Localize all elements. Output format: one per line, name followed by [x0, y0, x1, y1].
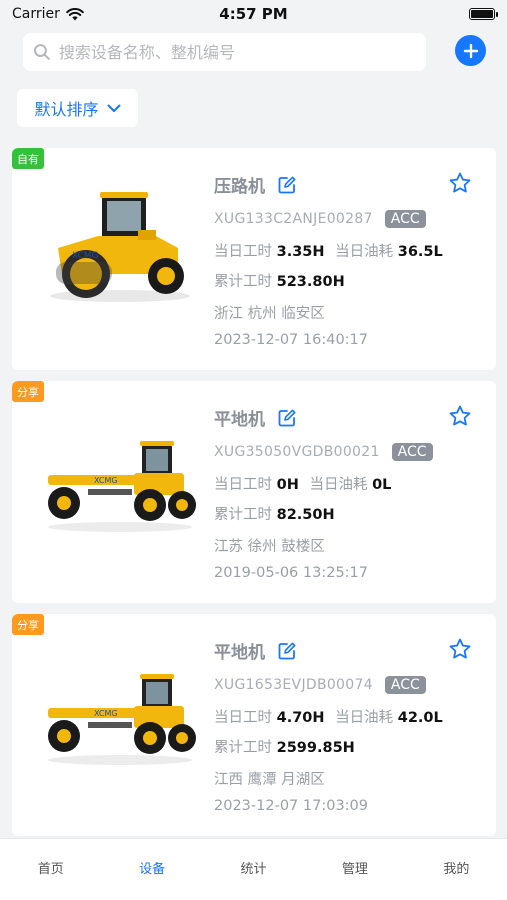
acc-badge: ACC: [384, 676, 426, 694]
battery-icon: [469, 8, 498, 20]
daily-stats: 当日工时 0H 当日油耗 0L: [214, 473, 391, 494]
name-row: 平地机: [214, 638, 297, 663]
daily-stats: 当日工时 3.35H 当日油耗 36.5L: [214, 240, 443, 261]
name-row: 压路机: [214, 172, 297, 197]
total-hours: 累计工时 2599.85H: [214, 736, 355, 757]
daily-fuel-label: 当日油耗: [335, 710, 394, 726]
sort-label: 默认排序: [34, 100, 99, 119]
code-row: XUG1653EVJDB00074 ACC: [214, 676, 426, 694]
chevron-down-icon: [107, 104, 120, 112]
total-hours-value: 82.50H: [276, 507, 335, 523]
total-hours-label: 累计工时: [214, 274, 272, 290]
device-code: XUG1653EVJDB00074: [214, 677, 373, 693]
svg-text:XCMG: XCMG: [72, 251, 99, 261]
edit-icon[interactable]: [277, 641, 297, 661]
device-name: 平地机: [214, 410, 265, 430]
carrier-label: Carrier: [12, 6, 60, 22]
tab-mine[interactable]: 我的: [406, 839, 507, 900]
svg-text:XCMG: XCMG: [94, 476, 118, 485]
device-name: 平地机: [214, 643, 265, 663]
total-hours-value: 523.80H: [276, 274, 345, 290]
svg-text:XCMG: XCMG: [94, 709, 118, 718]
total-hours-label: 累计工时: [214, 740, 272, 756]
daily-hours-value: 0H: [276, 477, 299, 493]
total-hours-label: 累计工时: [214, 507, 272, 523]
daily-hours-value: 3.35H: [276, 244, 325, 260]
road-roller-image: XCMG: [38, 178, 198, 308]
tab-statistics[interactable]: 统计: [203, 839, 304, 900]
daily-fuel-value: 0L: [372, 477, 392, 493]
total-hours: 累计工时 82.50H: [214, 503, 335, 524]
device-card[interactable]: 分享 XCMG 平地机 XUG1653EVJDB00074 ACC 当日工时 4…: [12, 614, 496, 836]
search-input[interactable]: [58, 42, 416, 62]
motor-grader-image: XCMG: [38, 644, 198, 774]
tab-bar: 首页 设备 统计 管理 我的: [0, 838, 507, 900]
ownership-tag: 分享: [12, 614, 44, 635]
daily-stats: 当日工时 4.70H 当日油耗 42.0L: [214, 706, 443, 727]
device-timestamp: 2023-12-07 17:03:09: [214, 798, 368, 814]
acc-badge: ACC: [384, 210, 426, 228]
plus-icon: [463, 43, 478, 58]
device-timestamp: 2019-05-06 13:25:17: [214, 565, 368, 581]
daily-hours-value: 4.70H: [276, 710, 325, 726]
search-bar[interactable]: [23, 33, 426, 71]
device-card[interactable]: 自有 XCMG 压路机 XUG133C2ANJE00287 ACC 当日工时 3…: [12, 148, 496, 370]
daily-hours-label: 当日工时: [214, 710, 272, 726]
add-device-button[interactable]: [455, 35, 486, 66]
battery-fill: [471, 10, 493, 18]
total-hours: 累计工时 523.80H: [214, 270, 345, 291]
search-icon: [33, 44, 50, 60]
tab-home[interactable]: 首页: [0, 839, 101, 900]
daily-fuel-value: 36.5L: [397, 244, 443, 260]
daily-hours-label: 当日工时: [214, 244, 272, 260]
ownership-tag: 分享: [12, 381, 44, 402]
device-code: XUG35050VGDB00021: [214, 444, 380, 460]
total-hours-value: 2599.85H: [276, 740, 355, 756]
favorite-star-icon[interactable]: [448, 637, 472, 661]
device-code: XUG133C2ANJE00287: [214, 211, 373, 227]
device-location: 江苏 徐州 鼓楼区: [214, 539, 325, 555]
motor-grader-image: XCMG: [38, 411, 198, 541]
status-bar: Carrier 4:57 PM: [0, 0, 507, 28]
edit-icon[interactable]: [277, 408, 297, 428]
daily-fuel-label: 当日油耗: [309, 477, 368, 493]
favorite-star-icon[interactable]: [448, 171, 472, 195]
sort-dropdown[interactable]: 默认排序: [17, 89, 138, 127]
device-location: 浙江 杭州 临安区: [214, 306, 325, 322]
code-row: XUG133C2ANJE00287 ACC: [214, 210, 426, 228]
device-location: 江西 鹰潭 月湖区: [214, 772, 325, 788]
ownership-tag: 自有: [12, 148, 44, 169]
device-name: 压路机: [214, 177, 265, 197]
status-left: Carrier: [12, 6, 84, 22]
device-card[interactable]: 分享 XCMG 平地机 XUG35050VGDB00021 ACC 当日工时 0…: [12, 381, 496, 603]
daily-hours-label: 当日工时: [214, 477, 272, 493]
device-timestamp: 2023-12-07 16:40:17: [214, 332, 368, 348]
daily-fuel-value: 42.0L: [397, 710, 443, 726]
acc-badge: ACC: [391, 443, 433, 461]
tab-devices[interactable]: 设备: [101, 839, 202, 900]
name-row: 平地机: [214, 405, 297, 430]
tab-management[interactable]: 管理: [304, 839, 405, 900]
daily-fuel-label: 当日油耗: [335, 244, 394, 260]
favorite-star-icon[interactable]: [448, 404, 472, 428]
edit-icon[interactable]: [277, 175, 297, 195]
code-row: XUG35050VGDB00021 ACC: [214, 443, 433, 461]
wifi-icon: [66, 7, 84, 20]
